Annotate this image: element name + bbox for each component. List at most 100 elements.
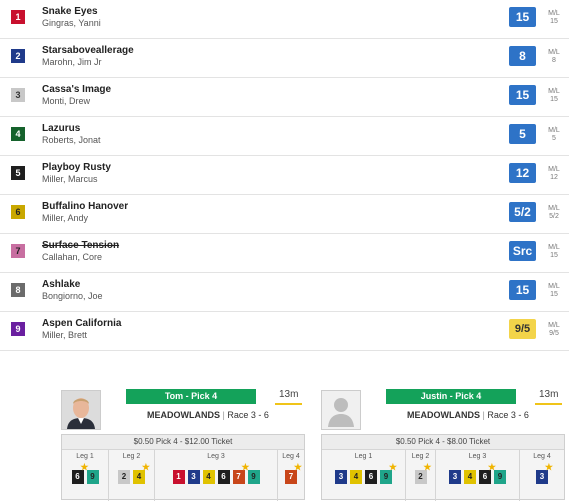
selection-chip: 2 xyxy=(118,470,130,484)
selection-chip: 6 xyxy=(365,470,377,484)
selection-number: 4 xyxy=(353,472,359,481)
selection-chip: 6 xyxy=(217,470,230,484)
odds-button[interactable]: 8 xyxy=(509,46,536,66)
runner-row[interactable]: 6 Buffalino Hanover Miller, Andy 5/2 M/L 5/2 xyxy=(0,195,569,234)
ml-value: 15 xyxy=(550,18,558,25)
post-time: 13m xyxy=(279,389,299,400)
selection-number: 3 xyxy=(191,472,196,481)
selection-number: 6 xyxy=(75,472,80,481)
separator: | xyxy=(482,410,485,420)
horse-name[interactable]: Lazurus xyxy=(42,123,80,134)
star-icon: ★ xyxy=(141,462,150,472)
ticket-summary: $0.50 Pick 4 - $8.00 Ticket xyxy=(322,435,564,450)
post-position-badge: 2 xyxy=(11,49,25,63)
runner-row[interactable]: 5 Playboy Rusty Miller, Marcus 12 M/L 12 xyxy=(0,156,569,195)
selection-number: 3 xyxy=(539,472,545,481)
ticket-box: $0.50 Pick 4 - $12.00 Ticket Leg 1 6 ★ 9 Leg… xyxy=(61,434,305,501)
leg-label: Leg 3 xyxy=(468,453,487,460)
morning-line: M/L 12 xyxy=(544,166,564,182)
runner-row[interactable]: 9 Aspen California Miller, Brett 9/5 M/L 9/5 xyxy=(0,312,569,351)
star-icon: ★ xyxy=(423,462,432,472)
runner-row[interactable]: 8 Ashlake Bongiorno, Joe 15 M/L 15 xyxy=(0,273,569,312)
horse-name[interactable]: Buffalino Hanover xyxy=(42,201,128,212)
selection-chip: 6 ★ xyxy=(71,463,89,484)
horse-name[interactable]: Aspen California xyxy=(42,318,121,329)
morning-line: M/L 5 xyxy=(544,127,564,143)
morning-line: M/L 15 xyxy=(544,283,564,299)
horse-name[interactable]: Ashlake xyxy=(42,279,80,290)
selection-chip: 4 xyxy=(464,470,476,484)
selection-number: 4 xyxy=(136,472,142,481)
odds-button[interactable]: 15 xyxy=(509,280,536,300)
pick-title[interactable]: Tom - Pick 4 xyxy=(126,389,256,404)
jockey-name: Miller, Andy xyxy=(42,213,89,223)
runner-row[interactable]: 3 Cassa's Image Monti, Drew 15 M/L 15 xyxy=(0,78,569,117)
post-position-badge: 4 xyxy=(11,127,25,141)
time-underline xyxy=(535,403,562,405)
selection-number: 7 xyxy=(288,472,294,481)
selection-number: 4 xyxy=(467,472,473,481)
selection-number: 2 xyxy=(121,472,127,481)
jockey-name: Gingras, Yanni xyxy=(42,18,101,28)
runner-row[interactable]: 1 Snake Eyes Gingras, Yanni 15 M/L 15 xyxy=(0,0,569,39)
leg-column: Leg 1 6 ★ 9 xyxy=(62,450,109,501)
pick-card-justin[interactable]: Justin - Pick 4 13m MEADOWLANDS | Race 3… xyxy=(321,386,565,501)
ml-value: 15 xyxy=(550,96,558,103)
odds-button[interactable]: 15 xyxy=(509,85,536,105)
selection-number: 3 xyxy=(452,472,458,481)
ml-value: 9/5 xyxy=(549,330,559,337)
odds-button[interactable]: 12 xyxy=(509,163,536,183)
horse-name[interactable]: Cassa's Image xyxy=(42,84,111,95)
selection-chip: 7 ★ xyxy=(285,463,302,484)
selection-chip: 9 xyxy=(494,470,506,484)
jockey-name: Monti, Drew xyxy=(42,96,91,106)
selection-chip: 1 xyxy=(172,470,185,484)
leg-column: Leg 4 7 ★ xyxy=(278,450,304,501)
horse-name[interactable]: Starsaboveallerage xyxy=(42,45,134,56)
selection-chip: 4 ★ xyxy=(133,463,150,484)
morning-line: M/L 15 xyxy=(544,244,564,260)
ticket-box: $0.50 Pick 4 - $8.00 Ticket Leg 1 3 4 6 9 ★ Le… xyxy=(321,434,565,501)
selection-chip: 3 ★ xyxy=(536,463,553,484)
ml-value: 12 xyxy=(550,174,558,181)
separator: | xyxy=(222,410,225,420)
race-range: Race 3 - 6 xyxy=(227,410,269,420)
track-race: MEADOWLANDS | Race 3 - 6 xyxy=(147,410,269,420)
ml-label: M/L xyxy=(548,244,560,251)
horse-name[interactable]: Playboy Rusty xyxy=(42,162,111,173)
leg-column: Leg 2 2 4 ★ xyxy=(109,450,155,501)
selection-number: 6 xyxy=(482,472,488,481)
selection-number: 1 xyxy=(176,472,181,481)
post-position-badge: 5 xyxy=(11,166,25,180)
ml-label: M/L xyxy=(548,10,560,17)
leg-column: Leg 4 3 ★ xyxy=(520,450,564,501)
selection-number: 7 xyxy=(236,472,241,481)
runner-row[interactable]: 7 Surface Tension Callahan, Core Src M/L 15 xyxy=(0,234,569,273)
pick-card-tom[interactable]: Tom - Pick 4 13m MEADOWLANDS | Race 3 - … xyxy=(61,386,305,501)
morning-line: M/L 9/5 xyxy=(544,322,564,338)
selection-chip: 7 ★ xyxy=(232,463,250,484)
odds-button[interactable]: 5/2 xyxy=(509,202,536,222)
leg-column: Leg 2 2 ★ xyxy=(406,450,436,501)
ticket-summary: $0.50 Pick 4 - $12.00 Ticket xyxy=(62,435,304,450)
selection-chip: 4 xyxy=(202,470,215,484)
race-range: Race 3 - 6 xyxy=(487,410,529,420)
odds-button[interactable]: Src xyxy=(509,241,536,261)
runner-row[interactable]: 2 Starsaboveallerage Marohn, Jim Jr 8 M/L 8 xyxy=(0,39,569,78)
horse-name[interactable]: Snake Eyes xyxy=(42,6,98,17)
ml-label: M/L xyxy=(548,88,560,95)
track-race: MEADOWLANDS | Race 3 - 6 xyxy=(407,410,529,420)
runner-row[interactable]: 4 Lazurus Roberts, Jonat 5 M/L 5 xyxy=(0,117,569,156)
horse-name[interactable]: Surface Tension xyxy=(42,240,119,251)
leg-column: Leg 1 3 4 6 9 ★ xyxy=(322,450,406,501)
odds-button[interactable]: 5 xyxy=(509,124,536,144)
pick-title[interactable]: Justin - Pick 4 xyxy=(386,389,516,404)
odds-button[interactable]: 15 xyxy=(509,7,536,27)
runner-list: 1 Snake Eyes Gingras, Yanni 15 M/L 15 2 Starsab… xyxy=(0,0,569,351)
time-underline xyxy=(275,403,302,405)
ml-label: M/L xyxy=(548,49,560,56)
odds-button[interactable]: 9/5 xyxy=(509,319,536,339)
leg-label: Leg 4 xyxy=(533,453,551,460)
ml-value: 5/2 xyxy=(549,213,559,220)
post-position-badge: 1 xyxy=(11,10,25,24)
